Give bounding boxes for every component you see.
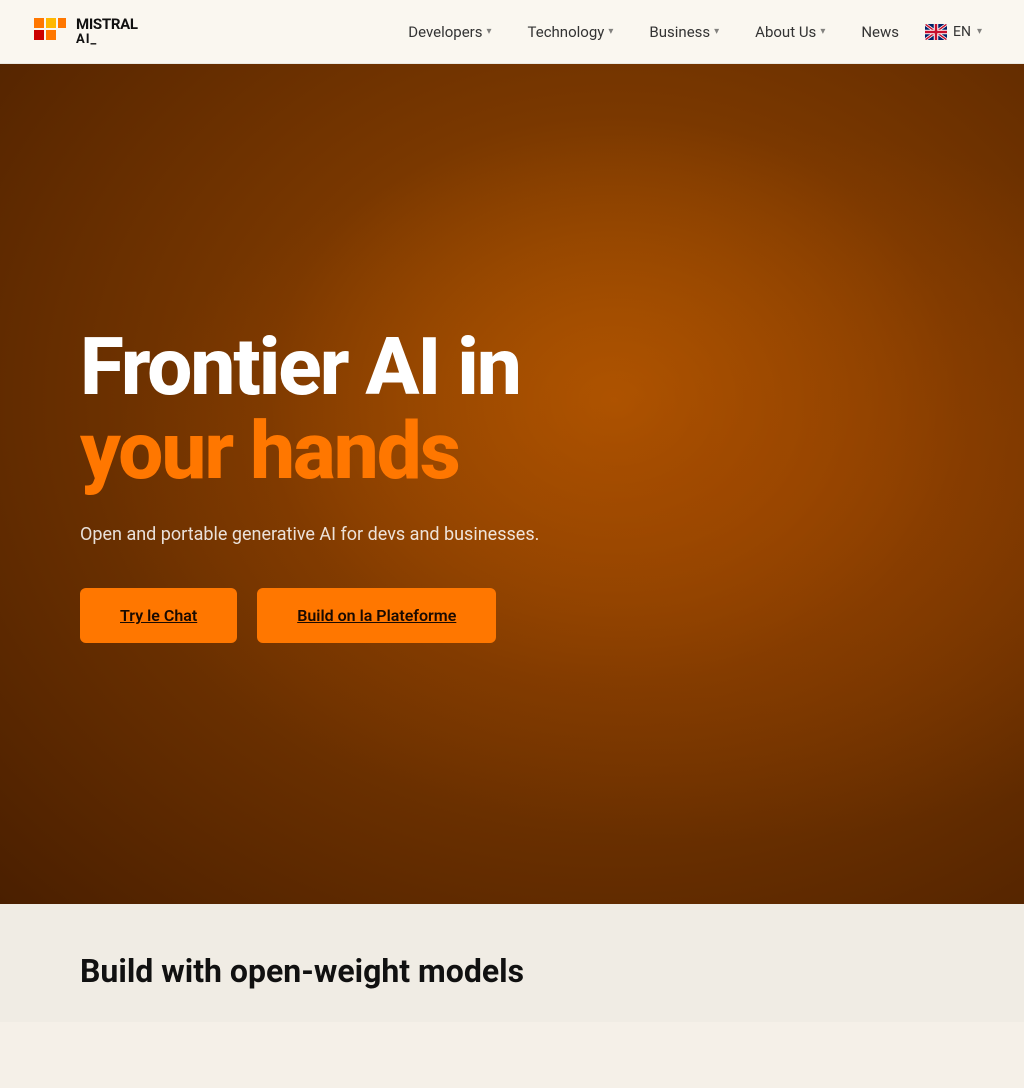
nav-item-news: News <box>845 15 915 49</box>
build-platform-button[interactable]: Build on la Plateforme <box>257 588 496 643</box>
logo-icon <box>32 14 68 50</box>
bottom-heading: Build with open-weight models <box>80 952 944 990</box>
try-le-chat-button[interactable]: Try le Chat <box>80 588 237 643</box>
chevron-down-icon: ▾ <box>820 26 825 37</box>
technology-menu-button[interactable]: Technology ▾ <box>512 15 630 49</box>
chevron-down-icon: ▾ <box>714 26 719 37</box>
nav-item-technology: Technology ▾ <box>512 15 630 49</box>
hero-headline-white: Frontier AI in <box>80 325 700 409</box>
hero-buttons: Try le Chat Build on la Plateforme <box>80 588 700 643</box>
chevron-down-icon: ▾ <box>486 26 491 37</box>
navigation: MISTRAL AI_ Developers ▾ Technology ▾ Bu… <box>0 0 1024 64</box>
nav-item-business: Business ▾ <box>633 15 735 49</box>
language-selector-button[interactable]: EN ▾ <box>915 18 992 46</box>
chevron-down-icon: ▾ <box>608 26 613 37</box>
news-link[interactable]: News <box>845 15 915 49</box>
logo-text: MISTRAL AI_ <box>76 16 138 47</box>
hero-content: Frontier AI in your hands Open and porta… <box>80 325 700 643</box>
about-us-menu-button[interactable]: About Us ▾ <box>739 15 841 49</box>
nav-item-developers: Developers ▾ <box>392 15 507 49</box>
hero-subtitle: Open and portable generative AI for devs… <box>80 521 700 548</box>
business-menu-button[interactable]: Business ▾ <box>633 15 735 49</box>
nav-links: Developers ▾ Technology ▾ Business ▾ Abo… <box>392 15 915 49</box>
developers-menu-button[interactable]: Developers ▾ <box>392 15 507 49</box>
logo-link[interactable]: MISTRAL AI_ <box>32 14 138 50</box>
bottom-section: Build with open-weight models <box>0 904 1024 1022</box>
nav-item-about-us: About Us ▾ <box>739 15 841 49</box>
chevron-down-icon: ▾ <box>977 26 982 37</box>
flag-uk-icon <box>925 24 947 40</box>
hero-section: Frontier AI in your hands Open and porta… <box>0 64 1024 904</box>
hero-headline-accent: your hands <box>80 409 700 493</box>
